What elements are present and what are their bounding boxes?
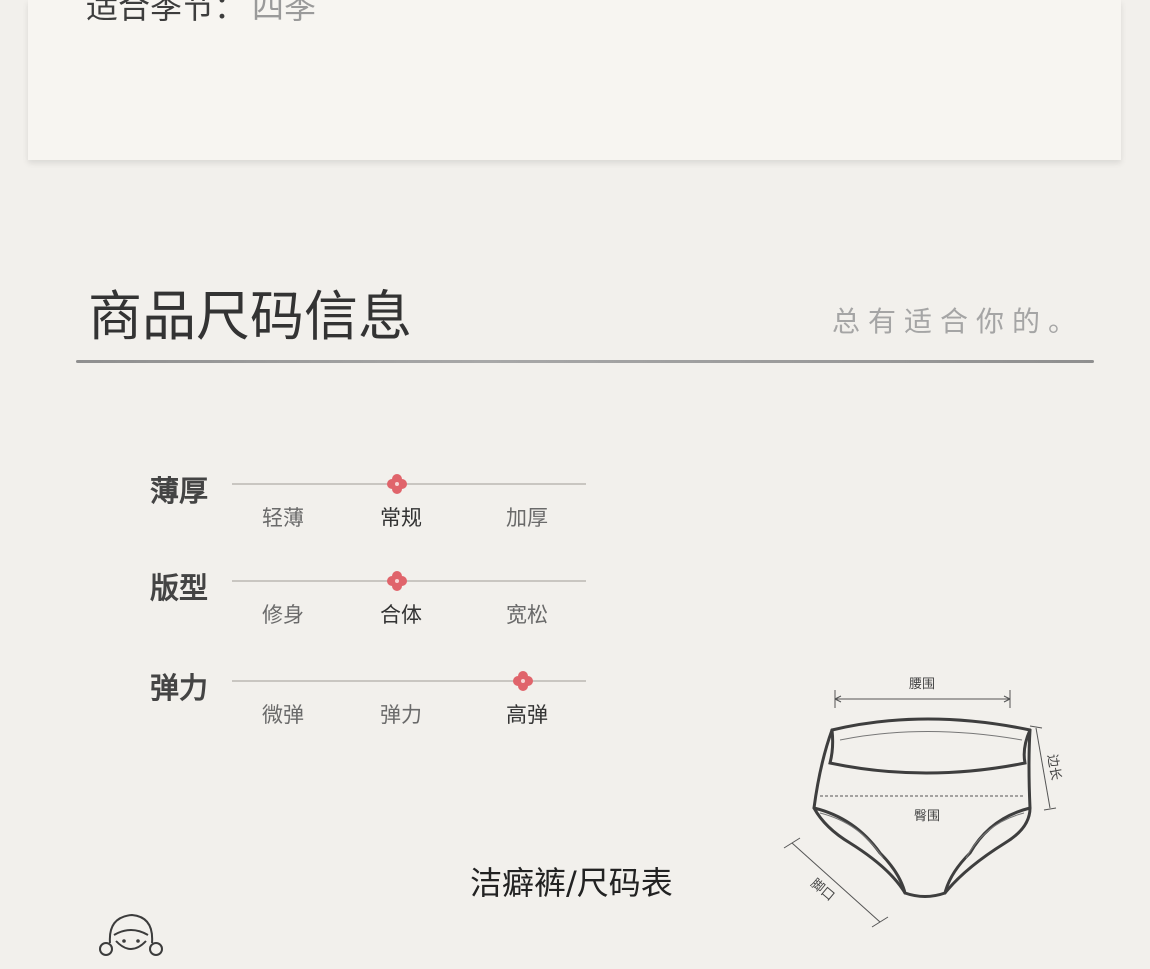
- attribute-option: 轻薄: [262, 506, 304, 530]
- flower-marker-icon: [386, 570, 408, 592]
- attribute-option: 宽松: [506, 603, 548, 627]
- waist-label: 腰围: [909, 677, 935, 692]
- attribute-option: 常规: [380, 506, 422, 530]
- attribute-option: 高弹: [506, 703, 548, 727]
- flower-marker-icon: [386, 473, 408, 495]
- attribute-option: 微弹: [262, 703, 304, 727]
- underwear-diagram: 腰围 边长 臀围 脚口: [780, 668, 1080, 928]
- attribute-option: 修身: [262, 603, 304, 627]
- attribute-row-thickness: 薄厚 轻薄 常规 加厚: [0, 468, 620, 548]
- season-label-text: 适合季节：: [86, 0, 247, 26]
- attribute-option: 合体: [380, 603, 422, 627]
- attribute-name: 薄厚: [150, 474, 209, 508]
- attribute-scale-line: [232, 483, 586, 485]
- attribute-name: 弹力: [150, 671, 209, 705]
- attribute-row-fit: 版型 修身 合体 宽松: [0, 565, 620, 645]
- attribute-option: 加厚: [506, 506, 548, 530]
- hip-label: 臀围: [914, 809, 940, 824]
- product-info-card: 适合季节： 四季: [28, 0, 1121, 160]
- attribute-row-elasticity: 弹力 微弹 弹力 高弹: [0, 665, 620, 745]
- page-title: 商品尺码信息: [88, 285, 412, 348]
- girl-mascot-icon: [96, 905, 166, 965]
- section-divider: [76, 360, 1094, 363]
- attribute-option: 弹力: [380, 703, 422, 727]
- side-length-label: 边长: [1044, 753, 1063, 781]
- page-subtitle: 总有适合你的。: [832, 305, 1085, 338]
- attribute-name: 版型: [150, 571, 209, 605]
- season-label: 适合季节： 四季: [86, 0, 316, 28]
- flower-marker-icon: [512, 670, 534, 692]
- season-value: 四季: [252, 0, 317, 26]
- size-table-title: 洁癖裤/尺码表: [470, 864, 673, 902]
- attribute-scale-line: [232, 580, 586, 582]
